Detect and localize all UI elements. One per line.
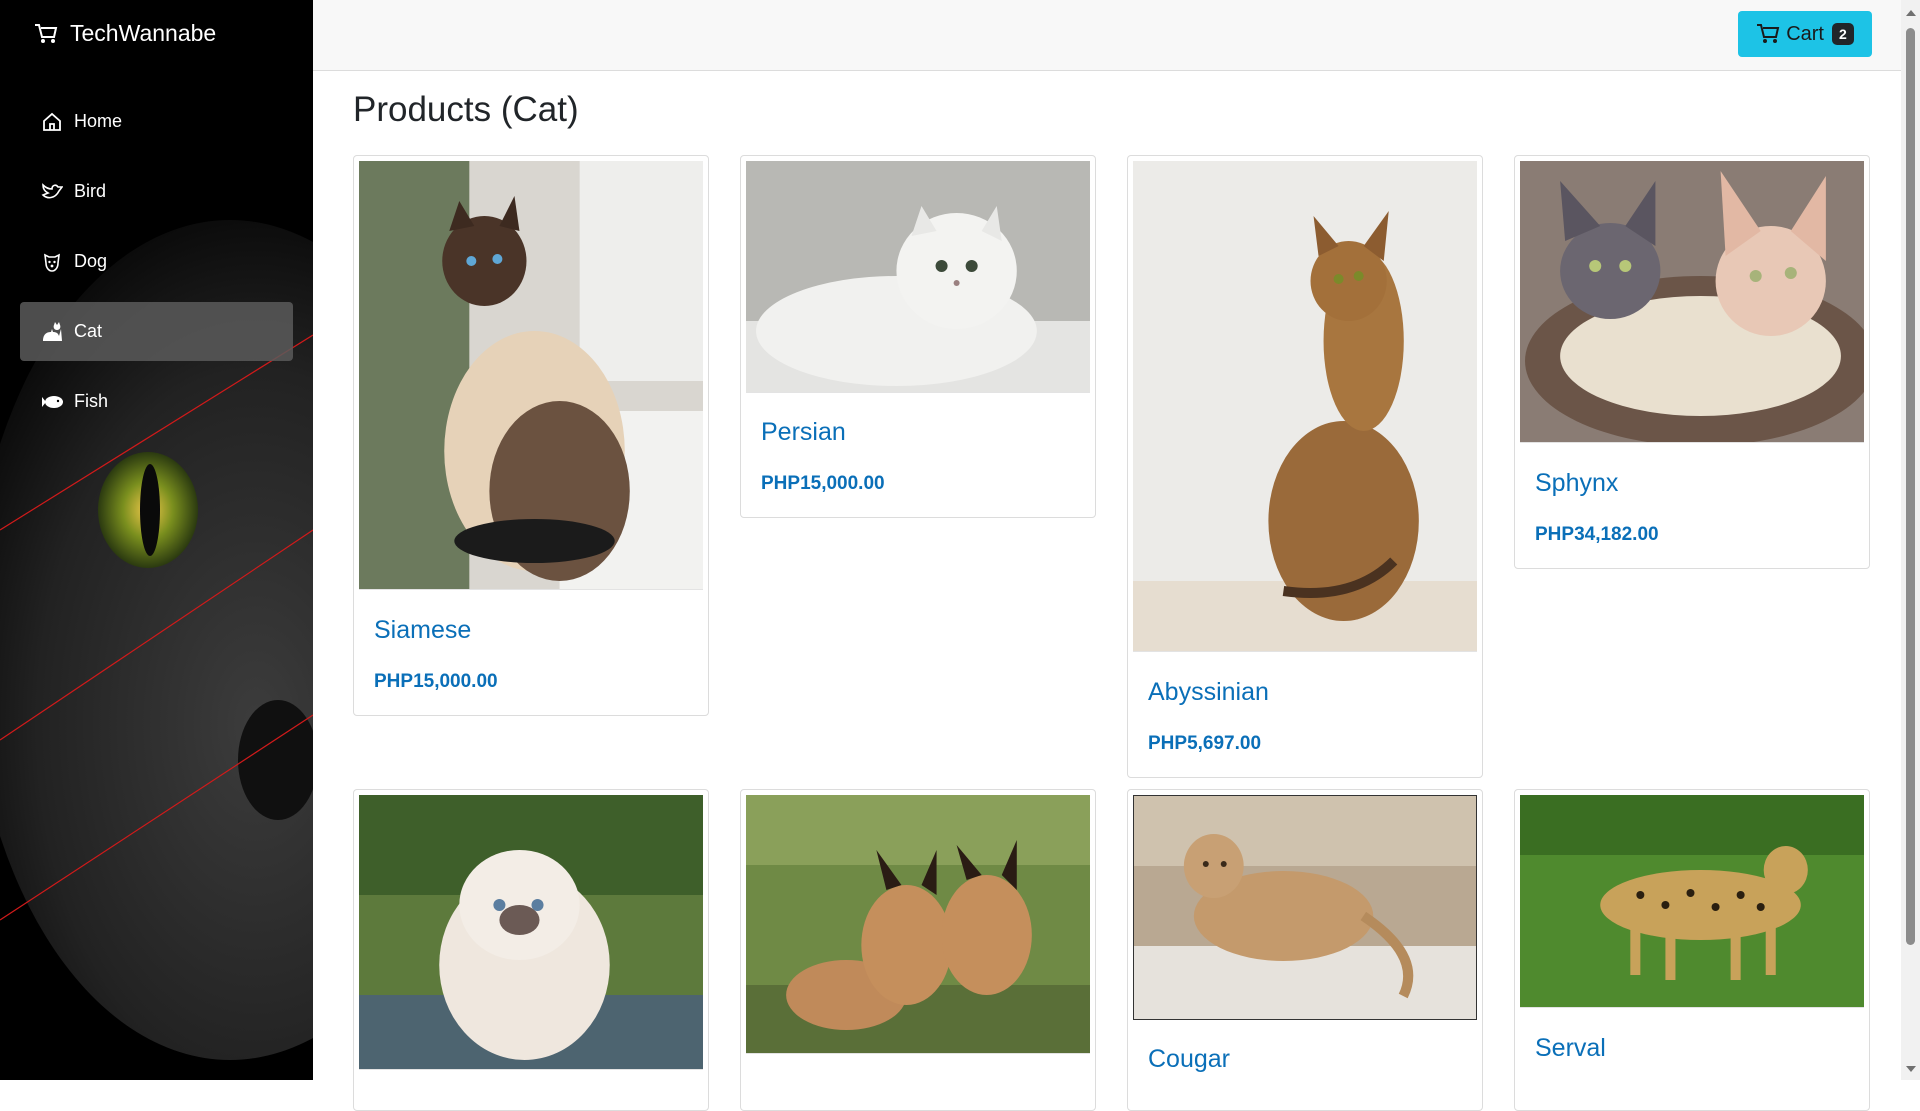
- abyssinian-cat-image: [1133, 161, 1477, 651]
- product-name[interactable]: Persian: [761, 418, 846, 447]
- sidebar: TechWannabe Home Bird Dog Cat Fish: [0, 0, 313, 1080]
- sphynx-cat-image: [1520, 161, 1864, 442]
- product-image[interactable]: [359, 795, 703, 1070]
- sidebar-item-fish[interactable]: Fish: [20, 372, 293, 431]
- cart-button[interactable]: Cart 2: [1738, 11, 1872, 57]
- product-name[interactable]: Abyssinian: [1148, 678, 1269, 707]
- product-price: PHP34,182.00: [1535, 524, 1659, 545]
- product-name[interactable]: Serval: [1535, 1034, 1606, 1063]
- product-price: PHP5,697.00: [1148, 733, 1262, 754]
- bird-icon: [40, 180, 64, 204]
- scroll-up-arrow-icon[interactable]: [1906, 10, 1916, 16]
- product-name[interactable]: Siamese: [374, 616, 471, 645]
- sidebar-item-label: Bird: [74, 181, 107, 201]
- cart-count-badge: 2: [1832, 23, 1854, 45]
- persian-cat-image: [746, 161, 1090, 392]
- product-image[interactable]: [359, 161, 703, 590]
- product-card[interactable]: Persian PHP15,000.00: [740, 155, 1096, 518]
- product-card[interactable]: Sphynx PHP34,182.00: [1514, 155, 1870, 569]
- cart-icon: [1757, 24, 1780, 43]
- product-image[interactable]: [1520, 161, 1864, 443]
- product-price: PHP15,000.00: [374, 671, 498, 692]
- product-name[interactable]: Cougar: [1148, 1045, 1230, 1074]
- product-image[interactable]: [1133, 161, 1477, 652]
- product-card[interactable]: Serval: [1514, 789, 1870, 1111]
- brand[interactable]: TechWannabe: [34, 20, 216, 47]
- product-card[interactable]: [740, 789, 1096, 1111]
- scrollbar-thumb[interactable]: [1906, 28, 1915, 945]
- cat-icon: [40, 320, 64, 344]
- product-image[interactable]: [746, 161, 1090, 393]
- sidebar-item-bird[interactable]: Bird: [20, 162, 293, 221]
- home-icon: [40, 110, 64, 134]
- product-image[interactable]: [746, 795, 1090, 1054]
- sidebar-item-label: Home: [74, 111, 123, 131]
- product-card[interactable]: Cougar: [1127, 789, 1483, 1111]
- serval-image: [1520, 795, 1864, 1007]
- top-navbar: Cart 2: [313, 0, 1901, 71]
- product-name[interactable]: Sphynx: [1535, 469, 1618, 498]
- sidebar-item-home[interactable]: Home: [20, 92, 293, 151]
- sidebar-item-cat[interactable]: Cat: [20, 302, 293, 361]
- sidebar-item-label: Cat: [74, 321, 103, 341]
- sidebar-item-label: Fish: [74, 391, 109, 411]
- sidebar-item-label: Dog: [74, 251, 108, 271]
- himalayan-cat-image: [359, 795, 703, 1069]
- product-image[interactable]: [1133, 795, 1477, 1020]
- sidebar-nav: Home Bird Dog Cat Fish: [20, 92, 293, 442]
- product-card[interactable]: [353, 789, 709, 1111]
- siamese-cat-image: [359, 161, 703, 589]
- dog-icon: [40, 250, 64, 274]
- page-scrollbar[interactable]: [1901, 0, 1920, 1080]
- product-price: PHP15,000.00: [761, 473, 885, 494]
- brand-name: TechWannabe: [70, 20, 217, 46]
- product-image[interactable]: [1520, 795, 1864, 1008]
- scroll-down-arrow-icon[interactable]: [1906, 1066, 1916, 1072]
- product-card[interactable]: Abyssinian PHP5,697.00: [1127, 155, 1483, 778]
- page-title: Products (Cat): [353, 90, 579, 129]
- sidebar-item-dog[interactable]: Dog: [20, 232, 293, 291]
- fish-icon: [40, 390, 64, 414]
- caracal-image: [746, 795, 1090, 1053]
- cart-label: Cart: [1786, 22, 1824, 45]
- cougar-image: [1134, 796, 1476, 1019]
- cart-icon: [35, 23, 58, 43]
- product-card[interactable]: Siamese PHP15,000.00: [353, 155, 709, 716]
